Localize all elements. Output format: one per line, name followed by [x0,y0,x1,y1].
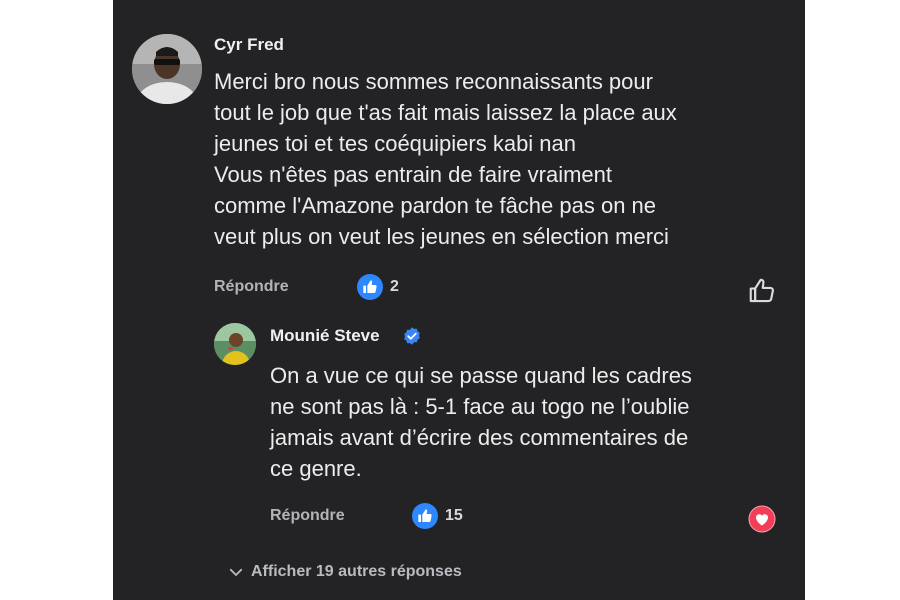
comment-reactions[interactable]: 2 [357,274,399,300]
reply-line: jamais avant d’écrire des commentaires d… [270,425,689,450]
profile-photo-icon [132,34,202,104]
reply-line: On a vue ce qui se passe quand les cadre… [270,363,692,388]
comment-line: Merci bro nous sommes reconnaissants pou… [214,69,653,94]
reply-button[interactable]: Répondre [270,507,345,525]
comment-line: Vous n'êtes pas entrain de faire vraimen… [214,162,612,187]
reply-button[interactable]: Répondre [214,278,289,296]
comment-line: jeunes toi et tes coéquipiers kabi nan [214,131,577,156]
thumbs-up-icon [412,503,438,529]
like-outline-icon[interactable] [747,276,777,311]
like-count: 2 [390,278,399,295]
heart-icon[interactable] [748,505,776,538]
reply-line: ne sont pas là : 5-1 face au togo ne l’o… [270,394,690,419]
reply-line: ce genre. [270,456,362,481]
reply-author[interactable]: Mounié Steve [270,326,380,346]
chevron-down-icon [229,568,243,576]
more-replies-button[interactable]: Afficher 19 autres réponses [227,563,462,581]
profile-photo-icon [214,323,256,365]
avatar-mounie-steve[interactable] [214,323,256,365]
like-count: 15 [445,507,463,524]
thumbs-up-icon [357,274,383,300]
more-replies-label: Afficher 19 autres réponses [251,563,462,580]
reply-reactions[interactable]: 15 [412,503,463,529]
comment-line: tout le job que t'as fait mais laissez l… [214,100,677,125]
verified-badge-icon [404,327,420,345]
comments-panel: Cyr Fred Merci bro nous sommes reconnais… [113,0,805,600]
comment-line: veut plus on veut les jeunes en sélectio… [214,224,669,249]
comment-line: comme l'Amazone pardon te fâche pas on n… [214,193,657,218]
comment-text: Merci bro nous sommes reconnaissants pou… [214,66,677,252]
avatar-cyr-fred[interactable] [132,34,202,104]
comment-author[interactable]: Cyr Fred [214,35,284,55]
reply-text: On a vue ce qui se passe quand les cadre… [270,360,692,484]
